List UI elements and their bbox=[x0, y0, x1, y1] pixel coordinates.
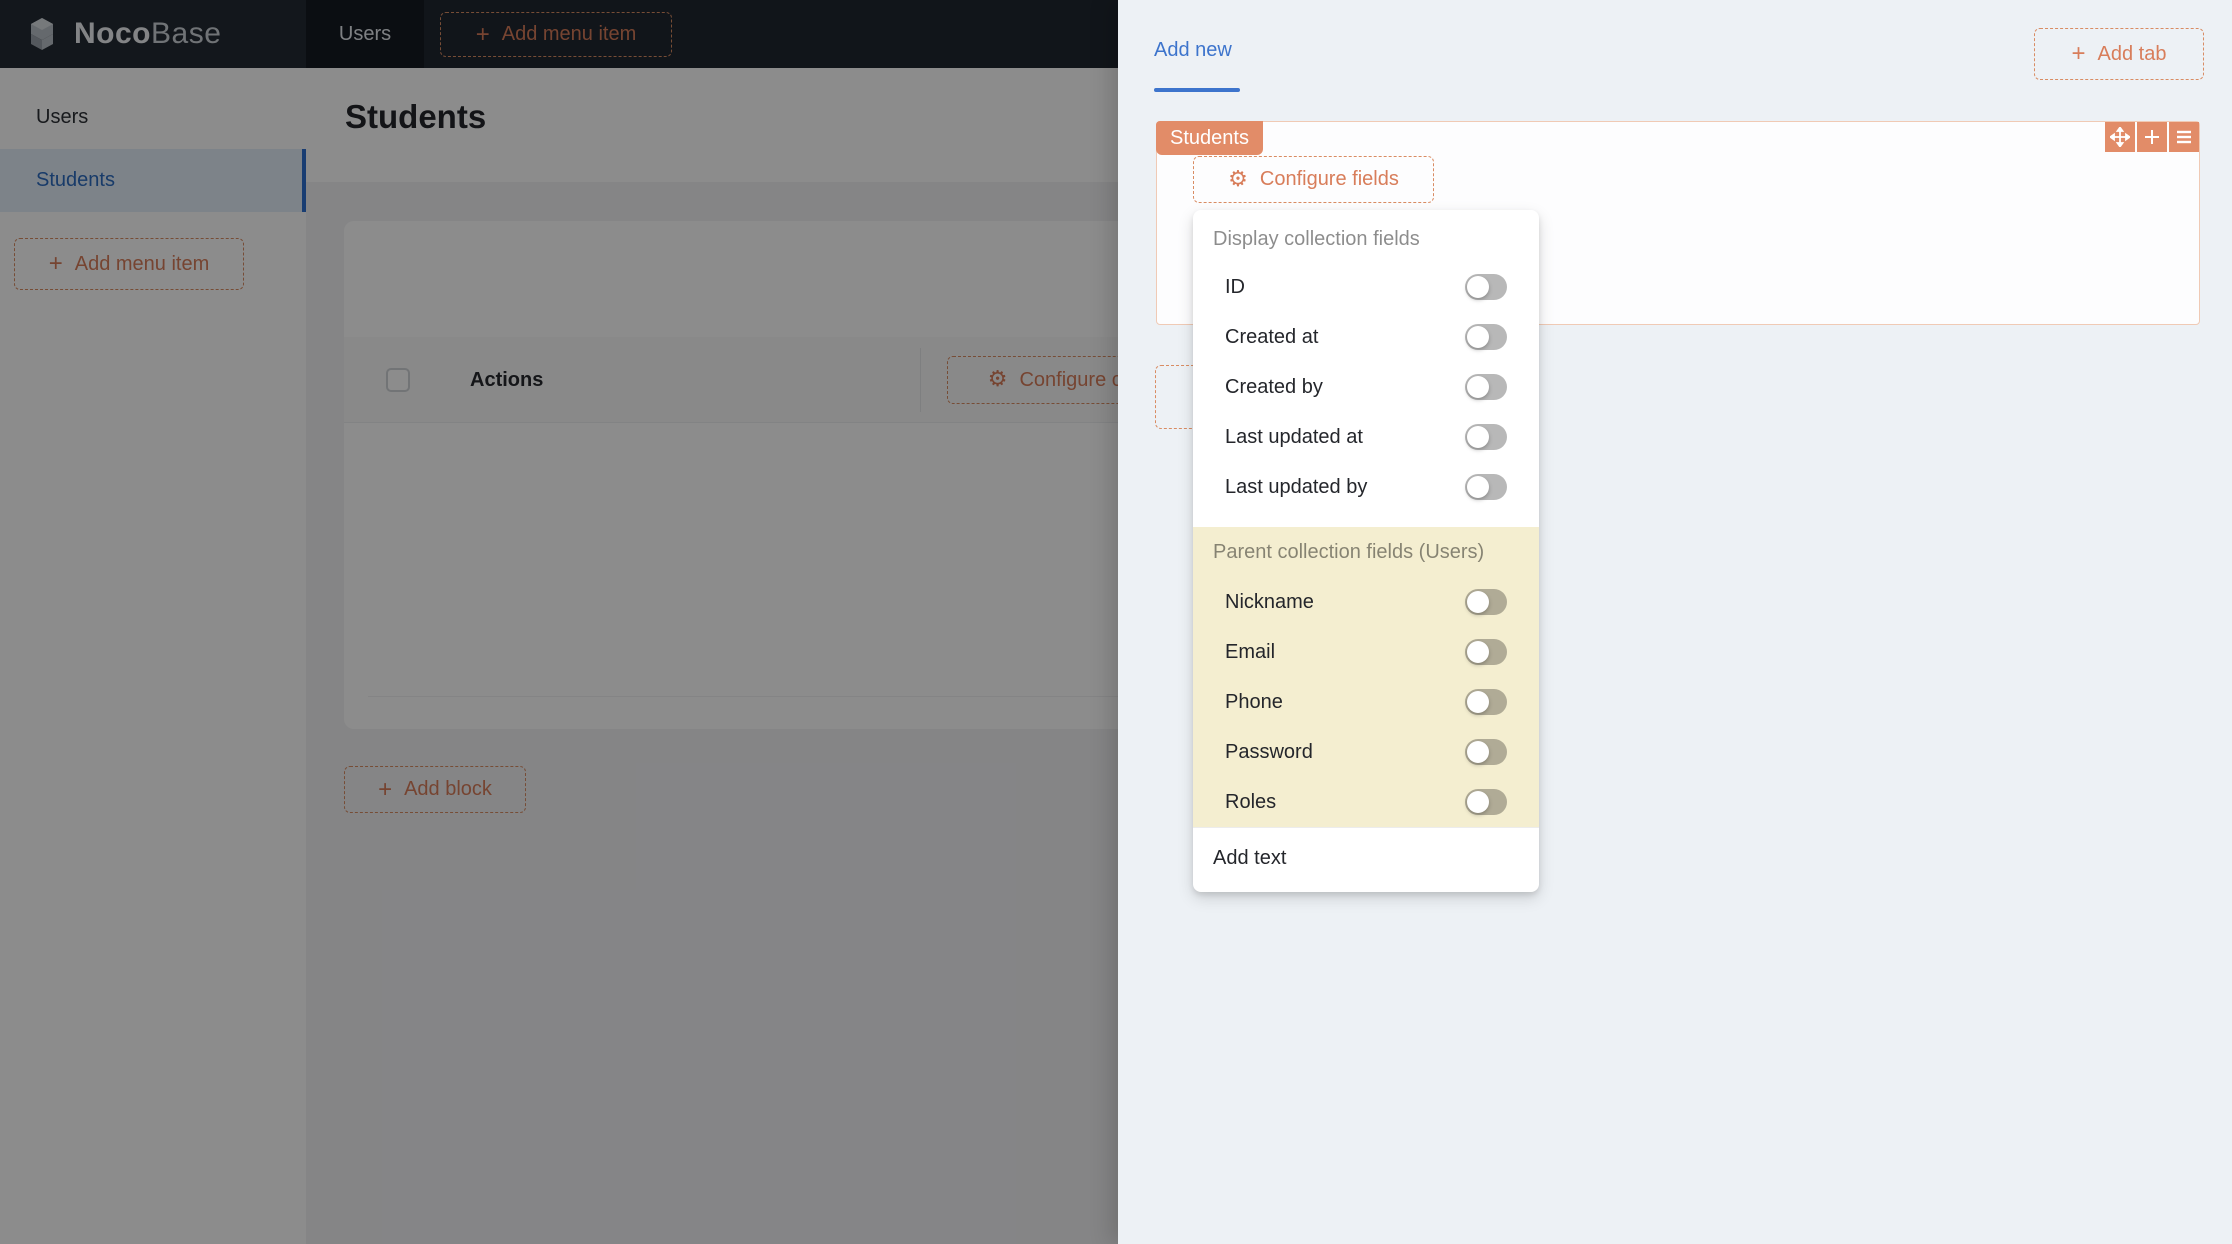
display-collection-fields-section: Display collection fields ID Created at … bbox=[1193, 210, 1539, 512]
switch-knob bbox=[1467, 326, 1489, 348]
switch-knob bbox=[1467, 741, 1489, 763]
field-row-phone[interactable]: Phone bbox=[1193, 677, 1539, 727]
field-row-created-by[interactable]: Created by bbox=[1193, 362, 1539, 412]
toggle-switch[interactable] bbox=[1465, 374, 1507, 400]
field-row-id[interactable]: ID bbox=[1193, 262, 1539, 312]
toggle-switch[interactable] bbox=[1465, 739, 1507, 765]
add-text-menu-item[interactable]: Add text bbox=[1193, 828, 1539, 888]
field-label: Nickname bbox=[1225, 590, 1314, 613]
plus-icon[interactable] bbox=[2137, 122, 2167, 152]
switch-knob bbox=[1467, 376, 1489, 398]
switch-knob bbox=[1467, 641, 1489, 663]
block-tag-label: Students bbox=[1170, 126, 1249, 149]
toggle-switch[interactable] bbox=[1465, 274, 1507, 300]
field-row-last-updated-at[interactable]: Last updated at bbox=[1193, 412, 1539, 462]
toggle-switch[interactable] bbox=[1465, 474, 1507, 500]
add-text-label: Add text bbox=[1213, 846, 1287, 869]
configure-fields-button[interactable]: ⚙ Configure fields bbox=[1193, 156, 1434, 203]
toggle-switch[interactable] bbox=[1465, 424, 1507, 450]
field-label: Email bbox=[1225, 640, 1276, 663]
field-row-nickname[interactable]: Nickname bbox=[1193, 577, 1539, 627]
field-label: Roles bbox=[1225, 790, 1277, 813]
field-label: Phone bbox=[1225, 690, 1283, 713]
configure-fields-dropdown: Display collection fields ID Created at … bbox=[1193, 210, 1539, 892]
field-row-password[interactable]: Password bbox=[1193, 727, 1539, 777]
switch-knob bbox=[1467, 276, 1489, 298]
field-row-last-updated-by[interactable]: Last updated by bbox=[1193, 462, 1539, 512]
tab-add-new[interactable]: Add new bbox=[1154, 30, 1232, 70]
toggle-switch[interactable] bbox=[1465, 324, 1507, 350]
app-root: NocoBase Users + Add menu item Users Stu… bbox=[0, 0, 2232, 1244]
config-drawer: Add new + Add tab Students ⚙ Configure f… bbox=[1118, 0, 2232, 1244]
block-collection-tag: Students bbox=[1156, 121, 1263, 155]
toggle-switch[interactable] bbox=[1465, 689, 1507, 715]
configure-fields-label: Configure fields bbox=[1259, 168, 1399, 190]
field-row-roles[interactable]: Roles bbox=[1193, 777, 1539, 827]
field-label: Password bbox=[1225, 740, 1313, 763]
parent-collection-fields-section: Parent collection fields (Users) Nicknam… bbox=[1193, 527, 1539, 827]
add-tab-label: Add tab bbox=[2097, 42, 2167, 65]
field-row-email[interactable]: Email bbox=[1193, 627, 1539, 677]
field-label: Created at bbox=[1225, 325, 1319, 348]
tab-add-new-label: Add new bbox=[1154, 38, 1232, 61]
tab-active-underline bbox=[1154, 88, 1240, 92]
block-toolbar bbox=[2105, 122, 2199, 152]
add-tab-button[interactable]: + Add tab bbox=[2034, 28, 2204, 80]
menu-icon[interactable] bbox=[2169, 122, 2199, 152]
section-header: Parent collection fields (Users) bbox=[1213, 540, 1485, 563]
field-row-created-at[interactable]: Created at bbox=[1193, 312, 1539, 362]
switch-knob bbox=[1467, 476, 1489, 498]
drawer-mask[interactable] bbox=[0, 0, 1118, 1244]
toggle-switch[interactable] bbox=[1465, 589, 1507, 615]
field-label: Last updated at bbox=[1225, 425, 1363, 448]
field-label: Created by bbox=[1225, 375, 1323, 398]
plus-icon: + bbox=[2071, 40, 2086, 67]
field-label: Last updated by bbox=[1225, 475, 1368, 498]
switch-knob bbox=[1467, 791, 1489, 813]
switch-knob bbox=[1467, 691, 1489, 713]
switch-knob bbox=[1467, 426, 1489, 448]
field-label: ID bbox=[1225, 275, 1245, 298]
toggle-switch[interactable] bbox=[1465, 639, 1507, 665]
drag-move-icon[interactable] bbox=[2105, 122, 2135, 152]
switch-knob bbox=[1467, 591, 1489, 613]
section-header: Display collection fields bbox=[1213, 227, 1420, 250]
gear-icon: ⚙ bbox=[1228, 166, 1248, 192]
toggle-switch[interactable] bbox=[1465, 789, 1507, 815]
